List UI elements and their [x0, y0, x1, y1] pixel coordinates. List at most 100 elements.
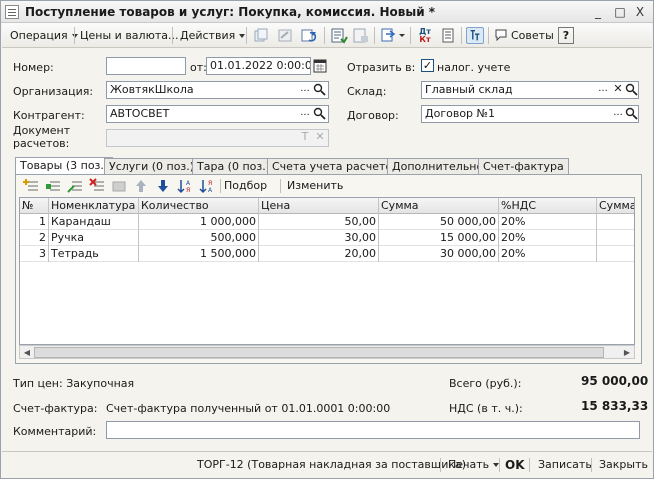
ok-button[interactable]: OK	[505, 456, 525, 474]
clear-settlement-doc-icon[interactable]: ✕	[313, 130, 327, 146]
dt-kt-movements-button[interactable]: Дт Кт	[416, 27, 434, 44]
actions-menu-button[interactable]: Действия	[180, 27, 246, 44]
tab-additional[interactable]: Дополнительно	[387, 158, 489, 175]
clear-warehouse-icon[interactable]: ✕	[611, 82, 625, 98]
row-price[interactable]: 30,00	[259, 230, 379, 246]
post-document-icon[interactable]	[330, 27, 348, 44]
row-item[interactable]: Ручка	[49, 230, 139, 246]
number-field[interactable]	[106, 57, 186, 75]
column-header-vat-sum[interactable]: Сумма	[597, 198, 634, 214]
row-vat-sum[interactable]	[597, 230, 634, 246]
table-row[interactable]: 2 Ручка 500,000 30,00 15 000,00 20%	[20, 230, 634, 246]
operation-menu-button[interactable]: Операция	[10, 27, 78, 44]
tax-accounting-checkbox[interactable]: ✓	[421, 59, 434, 72]
contract-field[interactable]: Договор №1	[421, 105, 639, 123]
scrollbar-thumb[interactable]	[34, 347, 604, 358]
row-vat-sum[interactable]	[597, 246, 634, 262]
toolbar-divider	[374, 27, 375, 44]
tab-settlement-accounts[interactable]: Счета учета расчетов	[267, 158, 404, 175]
row-sum[interactable]: 50 000,00	[379, 214, 499, 230]
column-header-item[interactable]: Номенклатура	[49, 198, 139, 214]
edit-icon[interactable]	[276, 27, 294, 44]
row-sum[interactable]: 15 000,00	[379, 230, 499, 246]
organization-field[interactable]: ЖовтякШкола	[106, 81, 329, 99]
delete-row-icon[interactable]	[89, 178, 105, 194]
maximize-button[interactable]: □	[611, 4, 629, 20]
copy-icon[interactable]	[252, 27, 270, 44]
row-price[interactable]: 20,00	[259, 246, 379, 262]
column-header-quantity[interactable]: Количество	[139, 198, 259, 214]
price-type-label[interactable]: Тип цен: Закупочная	[13, 377, 134, 390]
column-header-number[interactable]: №	[20, 198, 49, 214]
close-button[interactable]: Закрыть	[599, 456, 648, 474]
row-vat-rate[interactable]: 20%	[499, 214, 597, 230]
minimize-button[interactable]: _	[589, 4, 607, 20]
change-button[interactable]: Изменить	[287, 179, 343, 193]
table-row[interactable]: 3 Тетрадь 1 500,000 20,00 30 000,00 20%	[20, 246, 634, 262]
horizontal-scrollbar[interactable]: ◀ ▶	[19, 345, 635, 359]
scroll-right-icon[interactable]: ▶	[621, 347, 633, 358]
end-edit-icon[interactable]	[111, 178, 127, 194]
move-up-icon[interactable]	[133, 178, 149, 194]
select-warehouse-button[interactable]: ...	[596, 82, 610, 98]
select-organization-button[interactable]: ...	[298, 82, 312, 98]
row-item[interactable]: Тетрадь	[49, 246, 139, 262]
number-label: Номер:	[13, 61, 54, 74]
move-down-icon[interactable]	[155, 178, 171, 194]
row-quantity[interactable]: 1 500,000	[139, 246, 259, 262]
sort-descending-icon[interactable]: ЯA	[199, 178, 215, 194]
counterparty-field[interactable]: АВТОСВЕТ	[106, 105, 329, 123]
sort-ascending-icon[interactable]: AЯ	[177, 178, 193, 194]
row-price[interactable]: 50,00	[259, 214, 379, 230]
tab-goods[interactable]: Товары (3 поз.)	[15, 157, 114, 175]
select-counterparty-button[interactable]: ...	[298, 106, 312, 122]
open-organization-icon[interactable]	[313, 83, 326, 96]
column-header-price[interactable]: Цена	[259, 198, 379, 214]
copy-row-icon[interactable]	[45, 178, 61, 194]
journal-icon[interactable]	[439, 27, 457, 44]
save-button[interactable]: Записать	[538, 456, 592, 474]
row-quantity[interactable]: 500,000	[139, 230, 259, 246]
select-contract-button[interactable]: ...	[611, 106, 625, 122]
kt-label: Кт	[419, 35, 431, 44]
tab-invoice[interactable]: Счет-фактура	[478, 158, 569, 175]
date-field[interactable]: 01.01.2022 0:00:00	[206, 57, 311, 75]
structure-icon[interactable]	[466, 27, 484, 44]
create-based-on-icon[interactable]	[380, 27, 406, 44]
open-contract-icon[interactable]	[625, 107, 638, 120]
unpost-document-icon[interactable]	[352, 27, 370, 44]
settlement-doc-field[interactable]	[106, 129, 329, 147]
close-window-button[interactable]: X	[631, 4, 649, 20]
row-item[interactable]: Карандаш	[49, 214, 139, 230]
tab-containers[interactable]: Тара (0 поз.)	[192, 158, 276, 175]
calendar-icon[interactable]	[313, 58, 327, 73]
add-row-icon[interactable]	[23, 178, 39, 194]
comment-field[interactable]	[106, 421, 640, 439]
print-menu-button[interactable]: Печать	[448, 456, 500, 474]
column-header-sum[interactable]: Сумма	[379, 198, 499, 214]
prices-currency-button[interactable]: Цены и валюта...	[80, 27, 178, 44]
type-select-icon[interactable]: T	[298, 130, 312, 146]
torg12-print-button[interactable]: ТОРГ-12 (Товарная накладная за поставщик…	[197, 456, 466, 474]
open-warehouse-icon[interactable]	[625, 83, 638, 96]
scroll-left-icon[interactable]: ◀	[21, 347, 33, 358]
edit-row-icon[interactable]	[67, 178, 83, 194]
row-quantity[interactable]: 1 000,000	[139, 214, 259, 230]
row-sum[interactable]: 30 000,00	[379, 246, 499, 262]
table-row[interactable]: 1 Карандаш 1 000,000 50,00 50 000,00 20%	[20, 214, 634, 230]
row-vat-rate[interactable]: 20%	[499, 230, 597, 246]
toolbar-divider	[591, 458, 592, 472]
refresh-icon[interactable]	[300, 27, 318, 44]
column-header-vat-rate[interactable]: %НДС	[499, 198, 597, 214]
title-bar[interactable]: Поступление товаров и услуг: Покупка, ко…	[1, 1, 653, 23]
tips-button[interactable]: Советы	[494, 27, 554, 44]
goods-table[interactable]: № Номенклатура Количество Цена Сумма %НД…	[19, 197, 635, 345]
invoice-link[interactable]: Счет-фактура полученный от 01.01.0001 0:…	[106, 402, 390, 415]
table-header-row: № Номенклатура Количество Цена Сумма %НД…	[20, 198, 634, 214]
help-button[interactable]: ?	[558, 27, 574, 44]
tab-services[interactable]: Услуги (0 поз.)	[104, 158, 200, 175]
pick-button[interactable]: Подбор	[224, 179, 267, 193]
row-vat-rate[interactable]: 20%	[499, 246, 597, 262]
row-vat-sum[interactable]	[597, 214, 634, 230]
open-counterparty-icon[interactable]	[313, 107, 326, 120]
